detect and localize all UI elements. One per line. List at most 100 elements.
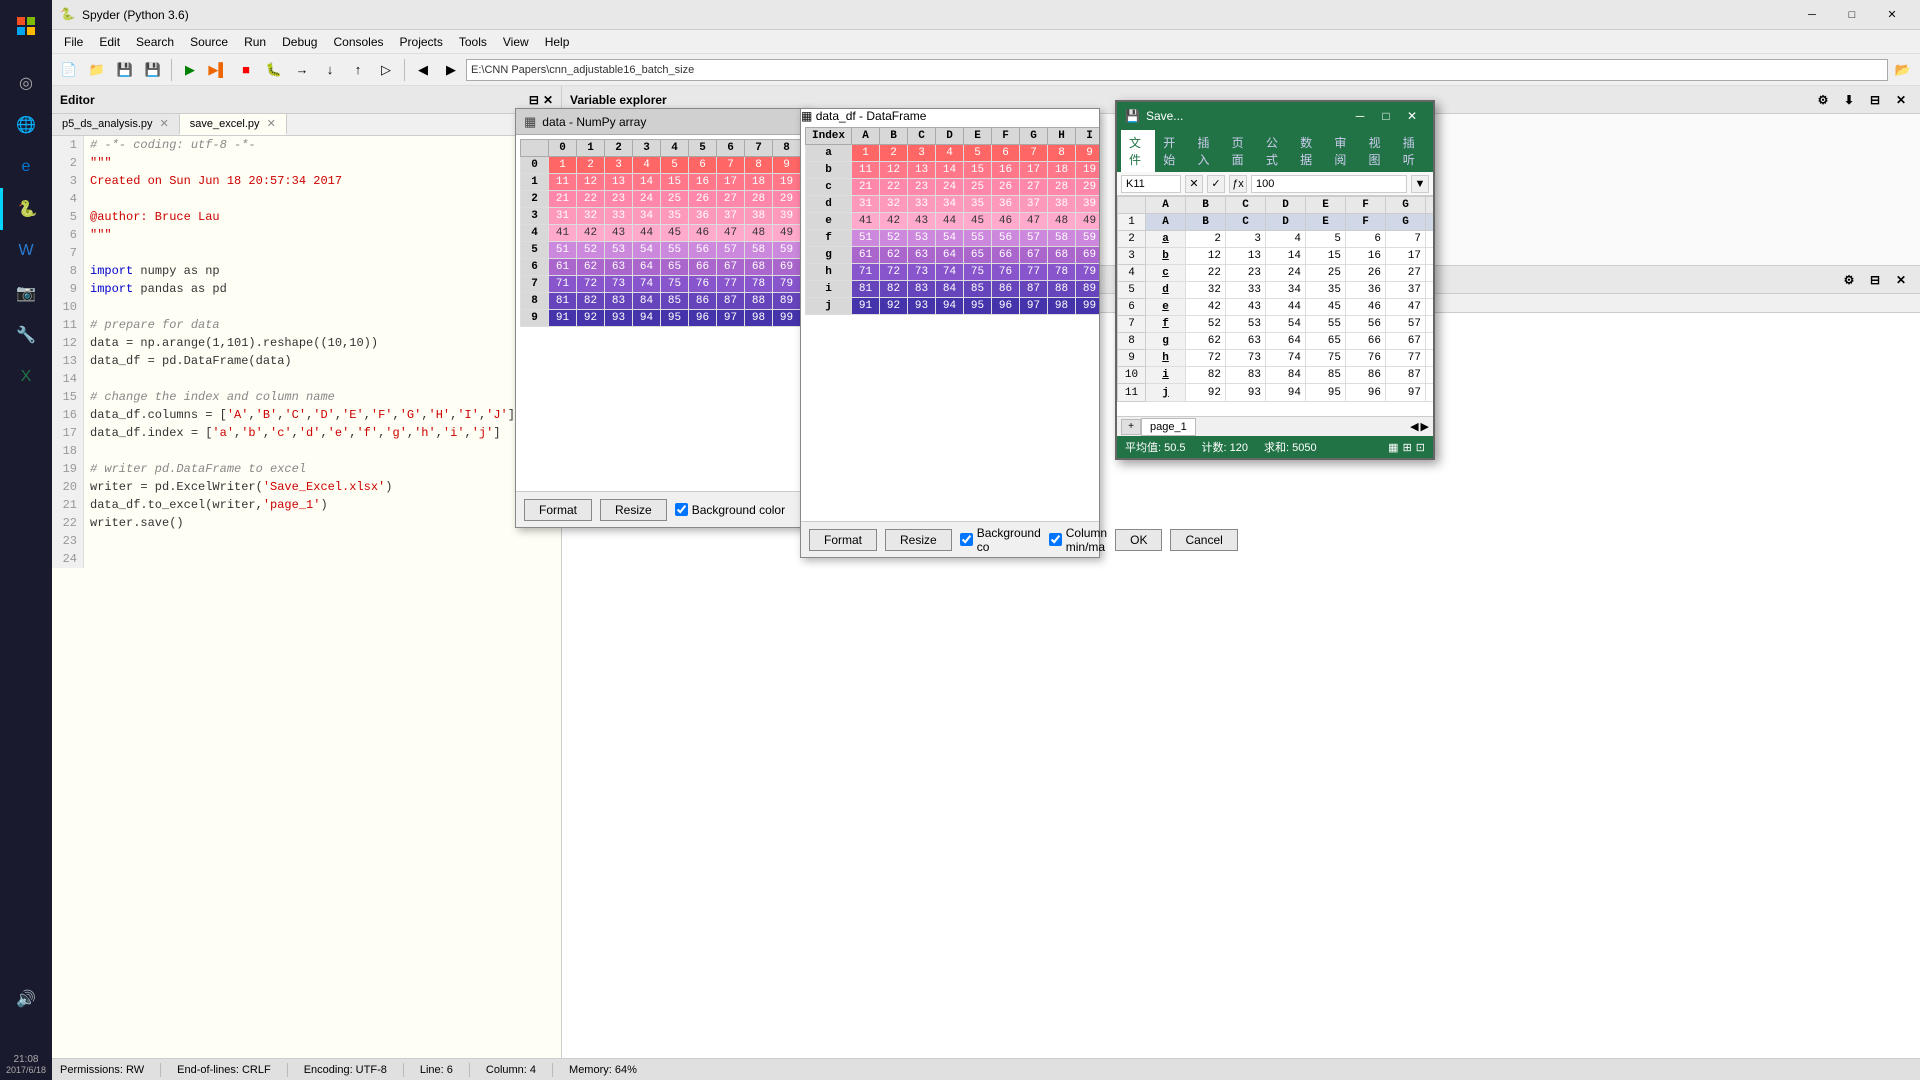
excel-data-cell[interactable]: 34 — [1266, 282, 1306, 299]
numpy-cell[interactable]: 93 — [605, 310, 633, 327]
excel-data-cell[interactable]: 17 — [1386, 248, 1426, 265]
df-cell[interactable]: 55 — [964, 230, 992, 247]
excel-data-cell[interactable]: g — [1146, 333, 1186, 350]
df-cell[interactable]: 6 — [992, 145, 1020, 162]
df-cell[interactable]: 13 — [908, 162, 936, 179]
excel-header-cell[interactable]: C — [1226, 214, 1266, 231]
df-cell[interactable]: 33 — [908, 196, 936, 213]
numpy-cell[interactable]: 36 — [689, 208, 717, 225]
numpy-cell[interactable]: 44 — [633, 225, 661, 242]
excel-tab-review[interactable]: 审阅 — [1326, 130, 1360, 172]
df-cell[interactable]: 14 — [936, 162, 964, 179]
close-button[interactable]: ✕ — [1872, 0, 1912, 30]
df-cell[interactable]: 69 — [1076, 247, 1099, 264]
excel-data-cell[interactable]: 32 — [1186, 282, 1226, 299]
excel-data-cell[interactable]: 3 — [1226, 231, 1266, 248]
df-bg-check[interactable]: Background co — [960, 526, 1041, 554]
df-cell[interactable]: 88 — [1048, 281, 1076, 298]
df-cell[interactable]: 98 — [1048, 298, 1076, 315]
numpy-cell[interactable]: 8 — [745, 157, 773, 174]
excel-data-cell[interactable]: h — [1146, 350, 1186, 367]
numpy-cell[interactable]: 94 — [633, 310, 661, 327]
numpy-cell[interactable]: 9 — [773, 157, 801, 174]
tb-cont[interactable]: ▷ — [373, 57, 399, 83]
df-cell[interactable]: 68 — [1048, 247, 1076, 264]
tb-save[interactable]: 💾 — [112, 57, 138, 83]
tab-p5-close[interactable]: ✕ — [160, 118, 169, 130]
excel-fb-expand[interactable]: ▼ — [1411, 175, 1429, 193]
tab-p5-analysis[interactable]: p5_ds_analysis.py ✕ — [52, 114, 180, 135]
df-resize-button[interactable]: Resize — [885, 529, 952, 551]
excel-data-cell[interactable]: 13 — [1226, 248, 1266, 265]
numpy-cell[interactable]: 48 — [745, 225, 773, 242]
excel-tab-addins[interactable]: 插听 — [1395, 130, 1429, 172]
df-cell[interactable]: 62 — [880, 247, 908, 264]
excel-data-cell[interactable]: j — [1146, 384, 1186, 402]
numpy-cell[interactable]: 34 — [633, 208, 661, 225]
maximize-button[interactable]: □ — [1832, 0, 1872, 30]
df-col-check[interactable]: Column min/ma — [1049, 526, 1107, 554]
numpy-cell[interactable]: 74 — [633, 276, 661, 293]
numpy-cell[interactable]: 85 — [661, 293, 689, 310]
numpy-cell[interactable]: 84 — [633, 293, 661, 310]
path-bar[interactable]: E:\CNN Papers\cnn_adjustable16_batch_siz… — [466, 59, 1888, 81]
menu-run[interactable]: Run — [236, 33, 274, 51]
tb-open[interactable]: 📁 — [84, 57, 110, 83]
excel-data-cell[interactable]: 35 — [1306, 282, 1346, 299]
df-cell[interactable]: 77 — [1020, 264, 1048, 281]
excel-data-cell[interactable]: 8 — [1426, 231, 1434, 248]
excel-formula-input[interactable] — [1251, 175, 1407, 193]
menu-source[interactable]: Source — [182, 33, 236, 51]
df-cell[interactable]: 17 — [1020, 162, 1048, 179]
numpy-cell[interactable]: 65 — [661, 259, 689, 276]
numpy-cell[interactable]: 14 — [633, 174, 661, 191]
numpy-cell[interactable]: 68 — [745, 259, 773, 276]
df-cell[interactable]: 75 — [964, 264, 992, 281]
df-cell[interactable]: 46 — [992, 213, 1020, 230]
excel-data-cell[interactable]: 92 — [1186, 384, 1226, 402]
numpy-cell[interactable]: 89 — [773, 293, 801, 310]
excel-data-cell[interactable]: 2 — [1186, 231, 1226, 248]
df-cell[interactable]: 53 — [908, 230, 936, 247]
nav-speaker[interactable]: 🔊 — [0, 978, 52, 1020]
sheet-scroll-right[interactable]: ▶ — [1421, 420, 1429, 433]
excel-header-cell[interactable]: G — [1386, 214, 1426, 231]
excel-data-cell[interactable]: e — [1146, 299, 1186, 316]
excel-data-cell[interactable]: 74 — [1266, 350, 1306, 367]
df-cell[interactable]: 67 — [1020, 247, 1048, 264]
df-cell[interactable]: 35 — [964, 196, 992, 213]
numpy-cell[interactable]: 2 — [577, 157, 605, 174]
add-sheet-button[interactable]: + — [1121, 419, 1141, 435]
numpy-cell[interactable]: 92 — [577, 310, 605, 327]
tab-save-excel[interactable]: save_excel.py ✕ — [180, 114, 287, 135]
excel-data-cell[interactable]: c — [1146, 265, 1186, 282]
menu-tools[interactable]: Tools — [451, 33, 495, 51]
excel-minimize[interactable]: ─ — [1347, 103, 1373, 129]
df-format-button[interactable]: Format — [809, 529, 877, 551]
tb-new[interactable]: 📄 — [56, 57, 82, 83]
excel-header-cell[interactable]: E — [1306, 214, 1346, 231]
df-cell[interactable]: 39 — [1076, 196, 1099, 213]
numpy-cell[interactable]: 29 — [773, 191, 801, 208]
df-cell[interactable]: 32 — [880, 196, 908, 213]
df-cell[interactable]: 8 — [1048, 145, 1076, 162]
excel-data-cell[interactable]: 94 — [1266, 384, 1306, 402]
excel-data-cell[interactable]: 62 — [1186, 333, 1226, 350]
df-cell[interactable]: 54 — [936, 230, 964, 247]
df-cell[interactable]: 93 — [908, 298, 936, 315]
excel-data-cell[interactable]: 38 — [1426, 282, 1434, 299]
windows-button[interactable] — [0, 0, 52, 52]
df-cancel-button[interactable]: Cancel — [1170, 529, 1237, 551]
numpy-cell[interactable]: 57 — [717, 242, 745, 259]
excel-tab-view[interactable]: 视图 — [1361, 130, 1395, 172]
tb-run[interactable]: ▶ — [177, 57, 203, 83]
numpy-cell[interactable]: 25 — [661, 191, 689, 208]
df-col-checkbox[interactable] — [1049, 533, 1062, 546]
df-cell[interactable]: 96 — [992, 298, 1020, 315]
df-cell[interactable]: 61 — [852, 247, 880, 264]
df-cell[interactable]: 16 — [992, 162, 1020, 179]
numpy-cell[interactable]: 62 — [577, 259, 605, 276]
df-cell[interactable]: 18 — [1048, 162, 1076, 179]
tab-save-excel-close[interactable]: ✕ — [267, 118, 276, 130]
df-cell[interactable]: 57 — [1020, 230, 1048, 247]
